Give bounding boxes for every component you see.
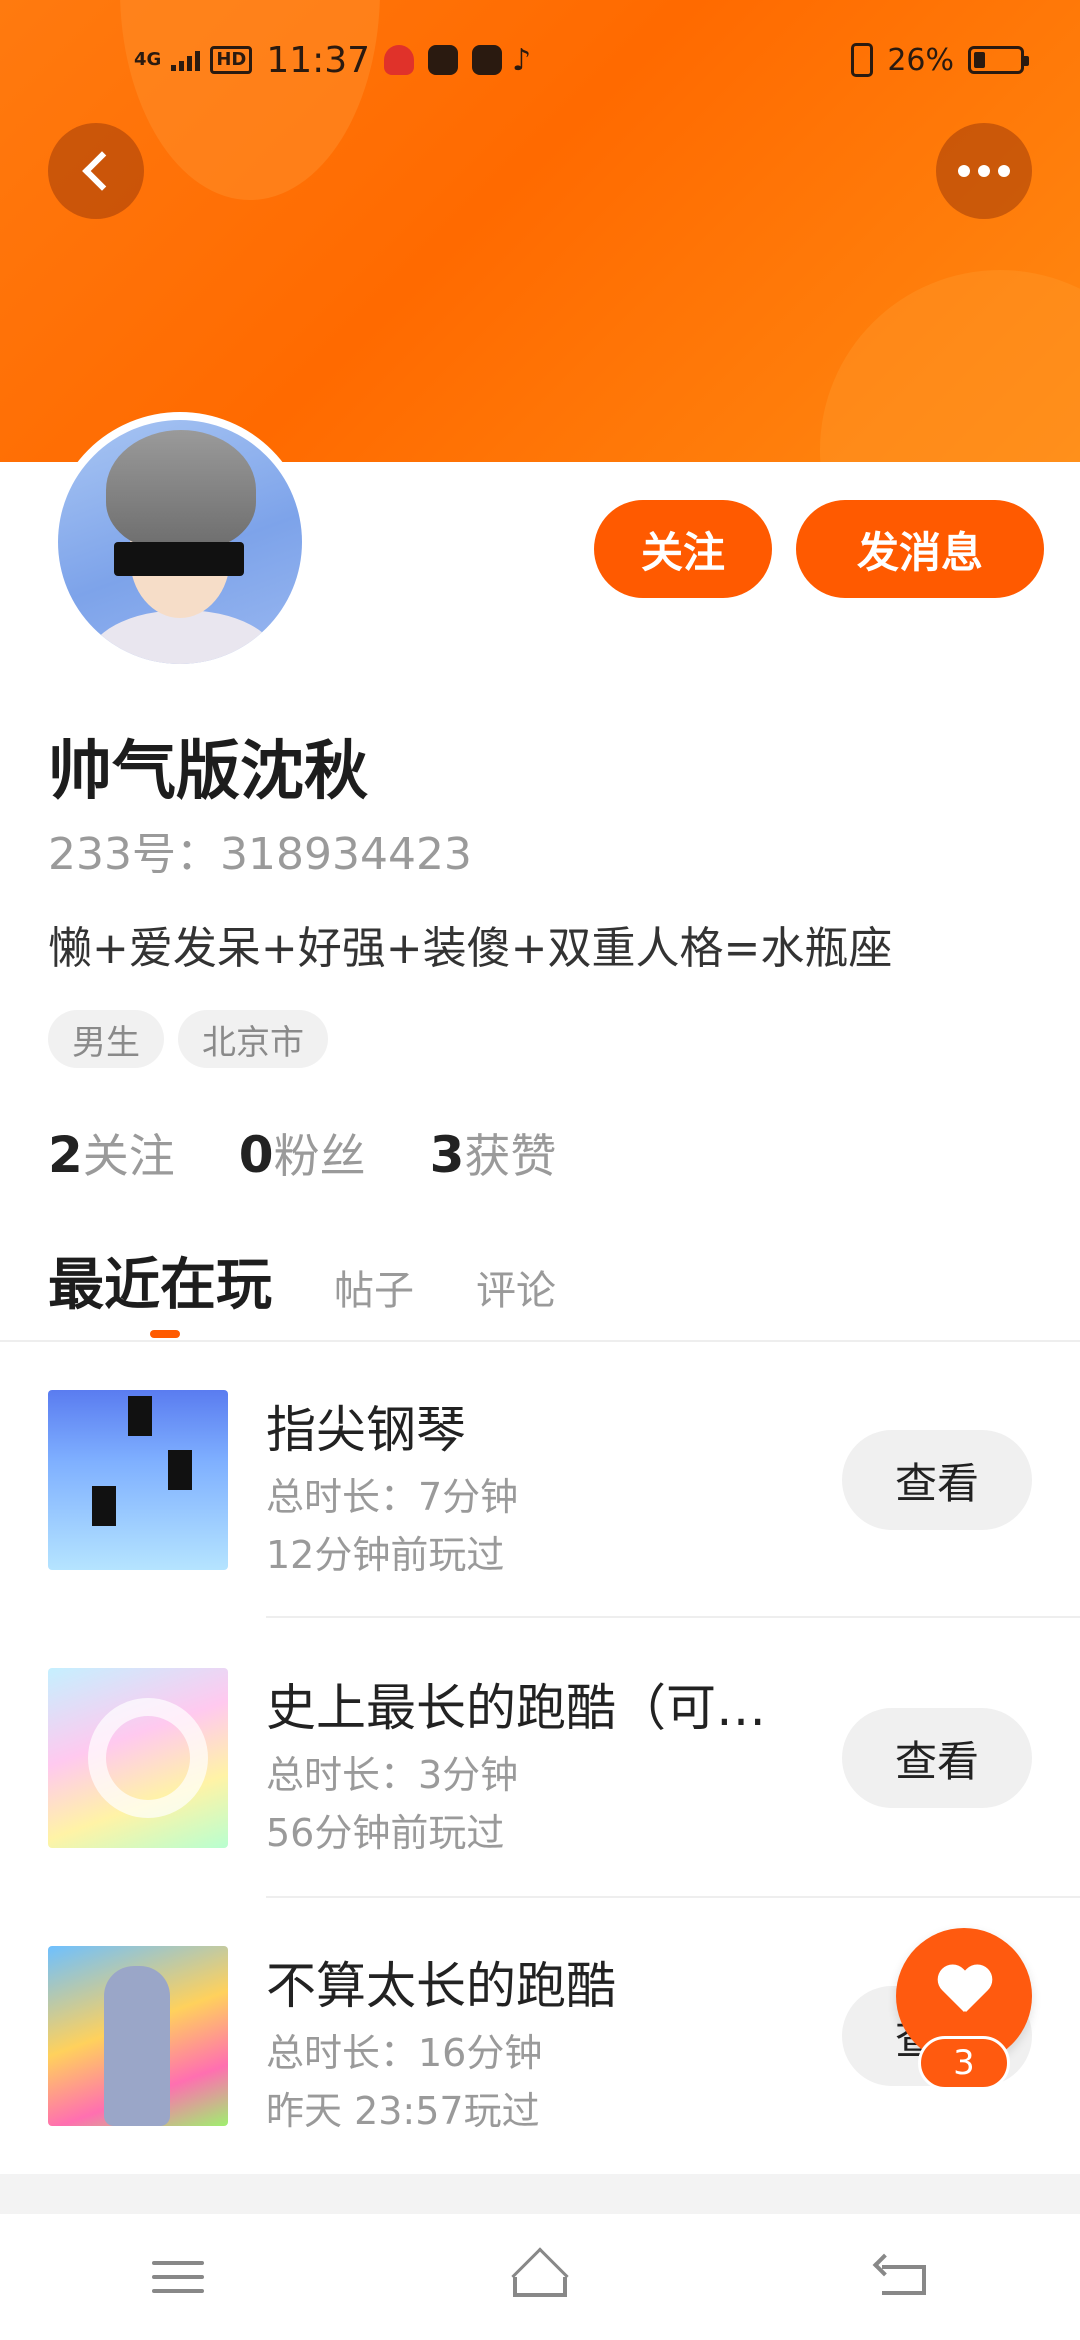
- stat-label: 获赞: [464, 1129, 557, 1183]
- more-dots-icon: [958, 165, 1010, 177]
- game-thumbnail[interactable]: [48, 1668, 228, 1848]
- video-app-icon: [428, 45, 459, 75]
- like-count-badge: 3: [918, 2036, 1010, 2090]
- hd-icon: HD: [210, 46, 253, 74]
- divider: [266, 1896, 1080, 1898]
- back-button[interactable]: [48, 123, 144, 219]
- follow-button[interactable]: 关注: [594, 500, 772, 598]
- menu-icon[interactable]: [151, 2261, 204, 2293]
- notification-app-icon: [472, 45, 503, 75]
- notification-app-icon: [384, 45, 415, 75]
- stat-number: 0: [238, 1126, 274, 1184]
- profile-stats: 2 关注 0 粉丝 3 获赞: [48, 1120, 556, 1186]
- heart-icon: [936, 1966, 992, 2016]
- profile-tabs: 最近在玩 帖子 评论: [48, 1240, 556, 1321]
- list-item[interactable]: 史上最长的跑酷（可… 总时长：3分钟 56分钟前玩过 查看: [0, 1668, 1080, 1855]
- banner-decoration: [820, 270, 1080, 462]
- stat-label: 关注: [82, 1129, 175, 1183]
- profile-name: 帅气版沈秋: [48, 735, 368, 809]
- profile-bio: 懒+爱发呆+好强+装傻+双重人格=水瓶座: [48, 923, 893, 974]
- send-message-button[interactable]: 发消息: [796, 500, 1044, 598]
- stat-label: 粉丝: [273, 1129, 366, 1183]
- game-duration: 总时长：16分钟: [266, 2031, 543, 2075]
- back-icon[interactable]: [872, 2253, 928, 2297]
- tab-posts[interactable]: 帖子: [334, 1258, 414, 1316]
- view-button[interactable]: 查看: [842, 1708, 1032, 1808]
- stat-fans[interactable]: 0 粉丝: [239, 1120, 366, 1186]
- tab-comments[interactable]: 评论: [476, 1258, 556, 1316]
- game-title: 指尖钢琴: [266, 1401, 466, 1459]
- tag-gender: 男生: [48, 1010, 164, 1068]
- list-item[interactable]: 指尖钢琴 总时长：7分钟 12分钟前玩过 查看: [0, 1390, 1080, 1577]
- avatar[interactable]: [50, 412, 310, 672]
- game-thumbnail[interactable]: [48, 1390, 228, 1570]
- battery-icon: [968, 46, 1029, 74]
- game-title: 不算太长的跑酷: [266, 1957, 616, 2015]
- home-icon[interactable]: [507, 2247, 573, 2305]
- view-button[interactable]: 查看: [842, 1430, 1032, 1530]
- game-duration: 总时长：3分钟: [266, 1753, 519, 1797]
- status-bar: 4G HD 11:37 ♪ 26%: [0, 30, 1080, 90]
- stat-following[interactable]: 2 关注: [48, 1120, 175, 1186]
- clock: 11:37: [266, 39, 371, 81]
- signal-icon: [171, 49, 201, 71]
- game-last-played: 昨天 23:57玩过: [266, 2089, 540, 2133]
- battery-percent: 26%: [887, 42, 954, 78]
- game-last-played: 56分钟前玩过: [266, 1811, 505, 1855]
- more-button[interactable]: [936, 123, 1032, 219]
- list-footer: [0, 2174, 1080, 2214]
- stat-number: 3: [429, 1126, 465, 1184]
- tab-recently-played[interactable]: 最近在玩: [48, 1240, 272, 1321]
- profile-tags: 男生 北京市: [48, 1010, 328, 1068]
- active-tab-indicator: [150, 1330, 180, 1338]
- game-title: 史上最长的跑酷（可…: [266, 1679, 766, 1737]
- stat-likes[interactable]: 3 获赞: [430, 1120, 557, 1186]
- stat-number: 2: [48, 1126, 83, 1184]
- game-last-played: 12分钟前玩过: [266, 1533, 505, 1577]
- game-thumbnail[interactable]: [48, 1946, 228, 2126]
- network-type: 4G: [134, 49, 162, 70]
- user-id: 233号：318934423: [48, 829, 472, 880]
- divider: [266, 1616, 1080, 1618]
- divider: [0, 1340, 1080, 1342]
- vibrate-icon: [851, 43, 874, 77]
- chevron-left-icon: [82, 151, 122, 191]
- system-nav-bar: [0, 2214, 1080, 2340]
- tag-location: 北京市: [178, 1010, 328, 1068]
- game-duration: 总时长：7分钟: [266, 1475, 519, 1519]
- tiktok-icon: ♪: [512, 42, 532, 78]
